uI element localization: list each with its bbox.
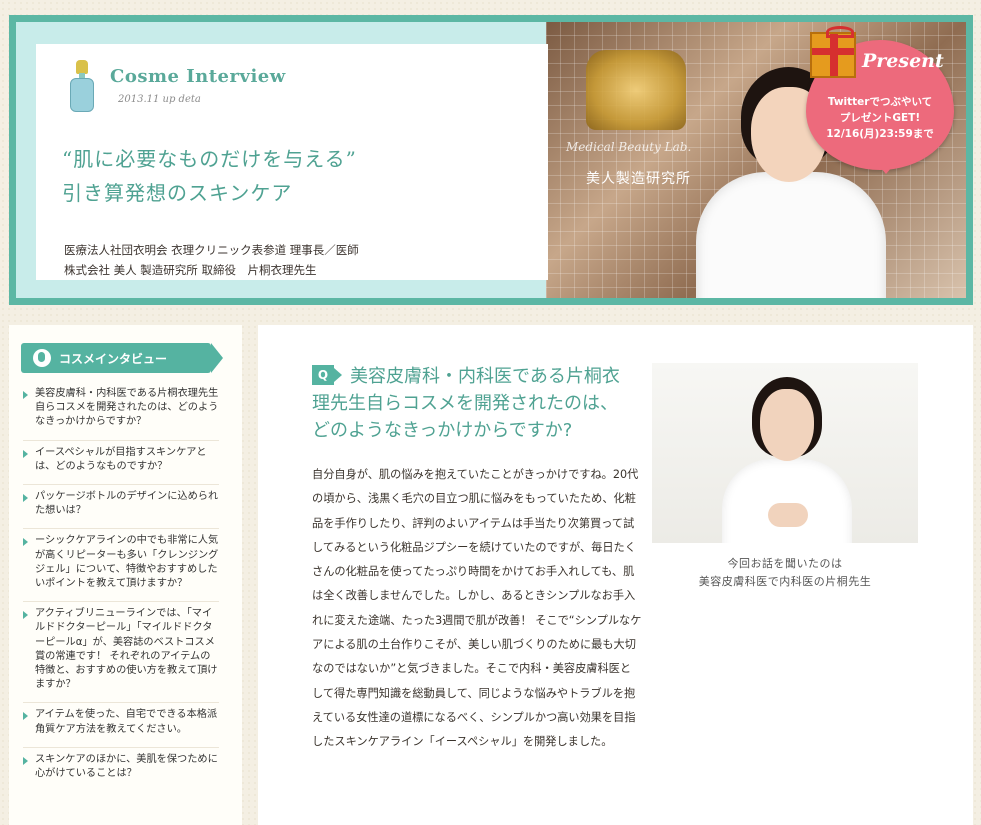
photo-caption: 今回お話を聞いたのは 美容皮膚科医で内科医の片桐先生: [652, 555, 918, 591]
doctor-portrait: [652, 363, 918, 543]
sidebar-item-q2[interactable]: イースペシャルが目指すスキンケアとは、どのようなものですか？: [23, 439, 219, 474]
perfume-bottle-icon: [70, 60, 94, 112]
present-title: Present: [862, 50, 944, 72]
sidebar-item-q1[interactable]: 美容皮膚科・内科医である片桐衣理先生自らコスメを開発されたのは、どのようなきっか…: [23, 387, 219, 430]
headline-line1: “肌に必要なものだけを与える”: [62, 147, 357, 171]
banner-title-card: Cosme Interview 2013.11 up deta “肌に必要なもの…: [36, 44, 548, 280]
headline: “肌に必要なものだけを与える” 引き算発想のスキンケア: [62, 142, 357, 210]
photo-sign: Medical Beauty Lab.: [566, 140, 692, 154]
caption-line1: 今回お話を聞いたのは: [727, 557, 843, 570]
present-line2: プレゼントGET!: [839, 112, 921, 124]
credit-line2: 株式会社 美人 製造研究所 取締役 片桐衣理先生: [64, 263, 317, 277]
credit-line1: 医療法人社団衣明会 衣理クリニック表参道 理事長／医師: [64, 243, 359, 257]
sidebar-heading: コスメインタビュー: [21, 343, 223, 373]
gift-box-icon: [810, 26, 856, 78]
question-heading: 美容皮膚科・内科医である片桐衣理先生自らコスメを開発されたのは、どのようなきっか…: [312, 366, 620, 441]
sidebar-item-q5[interactable]: アクティブリニューラインでは、「マイルドドクターピール」「マイルドドクターピール…: [23, 601, 219, 692]
q-badge: Q: [312, 365, 342, 385]
update-date: 2013.11 up deta: [118, 94, 201, 105]
sidebar-item-q7[interactable]: スキンケアのほかに、美肌を保つために心がけていることは？: [23, 746, 219, 781]
sidebar-item-q6[interactable]: アイテムを使った、自宅でできる本格派角質ケア方法を教えてください。: [23, 702, 219, 736]
microphone-icon: [33, 349, 51, 367]
answer-text: 自分自身が、肌の悩みを抱えていたことがきっかけですね。20代の頃から、浅黒く毛穴…: [312, 468, 642, 749]
question-nav-list: 美容皮膚科・内科医である片桐衣理先生自らコスメを開発されたのは、どのようなきっか…: [23, 387, 219, 791]
present-line1: Twitterでつぶやいて: [827, 96, 933, 108]
banner-inner: Medical Beauty Lab. 美人製造研究所 Cosme Interv…: [16, 22, 966, 298]
caption-line2: 美容皮膚科医で内科医の片桐先生: [698, 575, 872, 588]
interview-banner: Medical Beauty Lab. 美人製造研究所 Cosme Interv…: [9, 15, 973, 305]
present-campaign-badge[interactable]: Present Twitterでつぶやいて プレゼントGET! 12/16(月)…: [804, 26, 954, 174]
headline-line2: 引き算発想のスキンケア: [62, 181, 293, 205]
ornate-mirror-decoration: [586, 50, 686, 130]
photo-sign-jp: 美人製造研究所: [586, 171, 691, 187]
interviewee-credit: 医療法人社団衣明会 衣理クリニック表参道 理事長／医師 株式会社 美人 製造研究…: [64, 240, 359, 280]
present-line3: 12/16(月)23:59まで: [826, 128, 934, 140]
sidebar-item-q4[interactable]: ーシックケアラインの中でも非常に人気が高くリピーターも多い「クレンジングジェル」…: [23, 528, 219, 591]
sidebar: コスメインタビュー 美容皮膚科・内科医である片桐衣理先生自らコスメを開発されたの…: [9, 325, 242, 825]
main-content: 美容皮膚科・内科医である片桐衣理先生自らコスメを開発されたのは、どのようなきっか…: [258, 325, 973, 825]
sidebar-heading-label: コスメインタビュー: [59, 352, 168, 366]
present-text: Twitterでつぶやいて プレゼントGET! 12/16(月)23:59まで: [810, 94, 950, 142]
section-title: Cosme Interview: [110, 66, 286, 87]
sidebar-item-q3[interactable]: パッケージボトルのデザインに込められた想いは？: [23, 484, 219, 518]
